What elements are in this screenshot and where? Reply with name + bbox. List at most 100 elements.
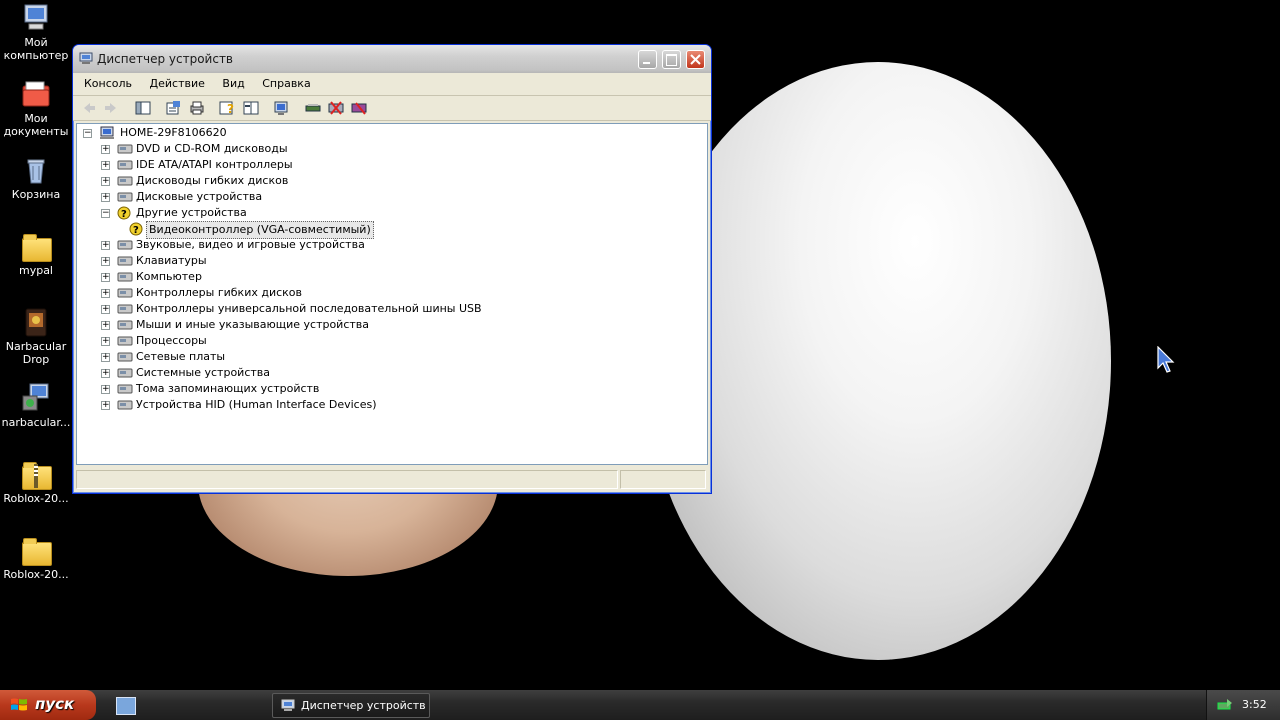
close-button[interactable] <box>686 50 705 69</box>
menu-action[interactable]: Действие <box>143 73 212 94</box>
tree-item-label: Устройства HID (Human Interface Devices) <box>136 398 377 411</box>
system-device-icon <box>117 368 133 378</box>
tree-item-label: Клавиатуры <box>136 254 207 267</box>
svg-text:?: ? <box>227 102 234 116</box>
status-bar-pane <box>620 470 706 489</box>
status-bar-pane <box>76 470 618 489</box>
tree-item-label: Другие устройства <box>136 206 247 219</box>
desktop-icon-mypal[interactable]: mypal <box>1 230 71 277</box>
expand-icon[interactable]: + <box>101 193 110 202</box>
desktop-icon-label: Roblox-20... <box>3 568 69 581</box>
show-hide-tree-icon[interactable] <box>135 100 151 116</box>
print-icon[interactable] <box>189 100 205 116</box>
expand-icon[interactable]: + <box>101 177 110 186</box>
desktop-icon-roblox-zip[interactable]: Roblox-20... <box>1 458 71 505</box>
installer-icon <box>20 382 52 414</box>
tree-item-label: Контроллеры универсальной последовательн… <box>136 302 482 315</box>
tree-root-label: HOME-29F8106620 <box>120 126 227 139</box>
window-title: Диспетчер устройств <box>97 52 234 66</box>
desktop-icon-label: Мой компьютер <box>3 36 69 62</box>
status-bar <box>76 469 706 489</box>
my-computer-icon <box>20 2 52 34</box>
expand-icon[interactable]: + <box>101 321 110 330</box>
taskbar: пуск Диспетчер устройств 3:52 <box>0 690 1280 720</box>
expand-icon[interactable]: + <box>101 145 110 154</box>
tree-item-label: Дисковые устройства <box>136 190 263 203</box>
expand-icon[interactable]: + <box>101 401 110 410</box>
scan-hardware-icon[interactable] <box>273 100 289 116</box>
tree-item-label: Звуковые, видео и игровые устройства <box>136 238 365 251</box>
planet-wallpaper-large <box>645 62 1111 660</box>
recycle-bin-icon <box>20 154 52 186</box>
menu-bar: Консоль Действие Вид Справка <box>73 73 711 96</box>
menu-help[interactable]: Справка <box>255 73 317 94</box>
svg-text:?: ? <box>133 225 139 236</box>
help-icon[interactable]: ? <box>219 100 235 116</box>
floppy-drive-icon <box>117 176 133 186</box>
tree-item-label: Системные устройства <box>136 366 270 379</box>
desktop-icon-label: Narbacular Drop <box>5 340 67 366</box>
system-tray: 3:52 <box>1206 690 1280 720</box>
mouse-cursor-icon <box>1157 346 1175 373</box>
start-button[interactable]: пуск <box>0 690 96 720</box>
update-driver-icon[interactable] <box>305 100 321 116</box>
storage-volume-icon <box>117 384 133 394</box>
clock[interactable]: 3:52 <box>1242 698 1267 711</box>
expand-icon[interactable]: + <box>101 289 110 298</box>
desktop-icon-label: Мои документы <box>3 112 69 138</box>
my-documents-icon <box>20 78 52 110</box>
tree-item-label: Компьютер <box>136 270 202 283</box>
forward-icon[interactable] <box>103 100 119 116</box>
safely-remove-hardware-icon[interactable] <box>1217 698 1233 712</box>
expand-icon[interactable]: + <box>101 257 110 266</box>
computer-icon <box>117 272 133 282</box>
ide-controller-icon <box>117 160 133 170</box>
sound-icon <box>117 240 133 250</box>
start-label: пуск <box>35 695 75 713</box>
uninstall-device-icon[interactable] <box>351 100 367 116</box>
floppy-controller-icon <box>117 288 133 298</box>
menu-console[interactable]: Консоль <box>77 73 139 94</box>
desktop-icon-roblox-folder[interactable]: Roblox-20... <box>1 534 71 581</box>
tree-item-label: Дисководы гибких дисков <box>136 174 289 187</box>
desktop-icon-recycle-bin[interactable]: Корзина <box>1 154 71 201</box>
tree-item-label: IDE ATA/ATAPI контроллеры <box>136 158 293 171</box>
processor-icon <box>117 336 133 346</box>
desktop-icon-narbacular-drop[interactable]: Narbacular Drop <box>1 306 71 366</box>
taskbar-item-label: Диспетчер устройств <box>301 699 426 712</box>
tree-item-label: DVD и CD-ROM дисководы <box>136 142 288 155</box>
minimize-icon <box>643 62 650 64</box>
tree-item-label: Тома запоминающих устройств <box>136 382 320 395</box>
window-titlebar[interactable]: Диспетчер устройств <box>73 45 711 73</box>
properties-icon[interactable] <box>165 100 181 116</box>
toolbar: ? <box>73 96 711 121</box>
desktop-icon-my-documents[interactable]: Мои документы <box>1 78 71 138</box>
device-manager-window: Диспетчер устройств Консоль Действие Вид… <box>72 44 712 494</box>
view-icon[interactable] <box>243 100 259 116</box>
collapse-icon[interactable]: − <box>101 209 110 218</box>
expand-icon[interactable]: + <box>101 273 110 282</box>
maximize-button[interactable] <box>662 50 681 69</box>
zip-folder-icon <box>20 458 52 490</box>
cd-rom-icon <box>117 144 133 154</box>
taskbar-item-device-manager[interactable]: Диспетчер устройств <box>272 693 430 718</box>
computer-icon <box>100 126 114 139</box>
mouse-icon <box>117 320 133 330</box>
expand-icon[interactable]: + <box>101 369 110 378</box>
expand-icon[interactable]: + <box>101 353 110 362</box>
expand-icon[interactable]: + <box>101 305 110 314</box>
expand-icon[interactable]: + <box>101 161 110 170</box>
desktop-icon-narbacular-installer[interactable]: narbacular... <box>1 382 71 429</box>
collapse-icon[interactable]: − <box>83 129 92 138</box>
desktop-icon-my-computer[interactable]: Мой компьютер <box>1 2 71 62</box>
folder-icon <box>20 534 52 566</box>
close-icon <box>690 54 701 65</box>
expand-icon[interactable]: + <box>101 241 110 250</box>
back-icon[interactable] <box>81 100 97 116</box>
show-desktop-icon[interactable] <box>116 697 136 715</box>
minimize-button[interactable] <box>638 50 657 69</box>
expand-icon[interactable]: + <box>101 385 110 394</box>
disable-device-icon[interactable] <box>328 100 344 116</box>
menu-view[interactable]: Вид <box>215 73 251 94</box>
expand-icon[interactable]: + <box>101 337 110 346</box>
